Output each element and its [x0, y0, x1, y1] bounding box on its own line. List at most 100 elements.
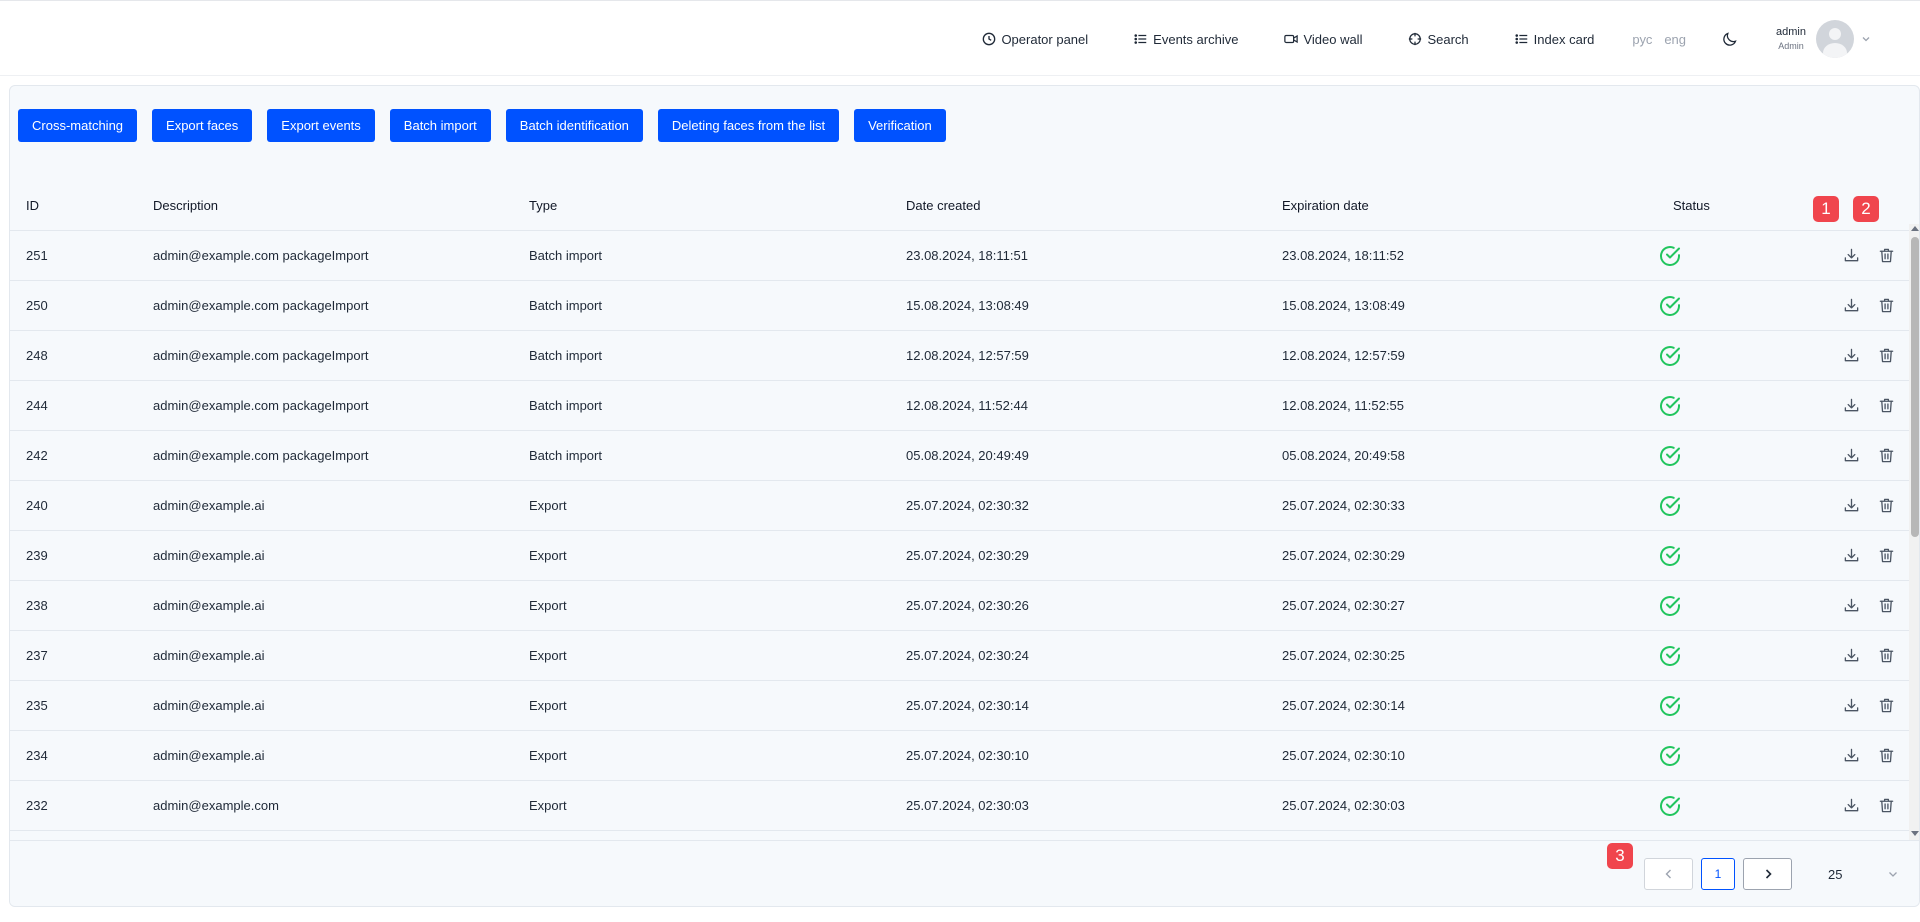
- page-number-button[interactable]: 1: [1701, 858, 1735, 890]
- delete-button[interactable]: [1878, 331, 1895, 380]
- scroll-down-arrow[interactable]: [1911, 831, 1919, 836]
- check-circle-icon: [1660, 695, 1680, 716]
- language-switcher: рус eng: [1632, 32, 1686, 47]
- nav-label: Events archive: [1153, 31, 1239, 47]
- nav-video-wall[interactable]: Video wall: [1284, 32, 1362, 47]
- nav-events-archive[interactable]: Events archive: [1134, 32, 1238, 47]
- moon-icon[interactable]: [1722, 31, 1738, 47]
- nav-search[interactable]: Search: [1408, 32, 1469, 47]
- download-button[interactable]: [1843, 431, 1860, 480]
- table-row[interactable]: 237 admin@example.ai Export 25.07.2024, 02:…: [10, 631, 1910, 681]
- cell-type: Batch import: [529, 398, 602, 413]
- download-button[interactable]: [1843, 381, 1860, 430]
- table-row[interactable]: 234 admin@example.ai Export 25.07.2024, 02:…: [10, 731, 1910, 781]
- cell-type: Batch import: [529, 448, 602, 463]
- table-row[interactable]: 238 admin@example.ai Export 25.07.2024, 02:…: [10, 581, 1910, 631]
- cell-status: [1658, 831, 1682, 840]
- avatar: [1816, 20, 1854, 58]
- delete-button[interactable]: [1878, 581, 1895, 630]
- table-scrollbar[interactable]: [1909, 224, 1919, 840]
- trash-icon: [1879, 298, 1894, 313]
- nav-index-card[interactable]: Index card: [1515, 32, 1594, 47]
- download-button[interactable]: [1843, 531, 1860, 580]
- lang-ru[interactable]: рус: [1632, 32, 1652, 47]
- download-button[interactable]: [1843, 231, 1860, 280]
- cell-date-created: 15.08.2024, 13:08:49: [906, 298, 1029, 313]
- download-button[interactable]: [1843, 631, 1860, 680]
- nav-operator-panel[interactable]: Operator panel: [982, 32, 1088, 47]
- download-icon: [1844, 798, 1859, 812]
- cell-expiration-date: 25.07.2024, 02:30:14: [1282, 698, 1405, 713]
- export-faces-button[interactable]: Export faces: [152, 109, 253, 142]
- cell-expiration-date: 05.08.2024, 20:49:58: [1282, 448, 1405, 463]
- user-name: admin: [1776, 26, 1806, 38]
- download-button[interactable]: [1843, 331, 1860, 380]
- cell-id: 248: [26, 348, 48, 363]
- cross-matching-button[interactable]: Cross-matching: [18, 109, 138, 142]
- table-row[interactable]: 242 admin@example.com packageImport Batch …: [10, 431, 1910, 481]
- table-body: 251 admin@example.com packageImport Batch …: [10, 231, 1910, 840]
- export-events-button[interactable]: Export events: [267, 109, 375, 142]
- table-row[interactable]: 232 admin@example.com Export 25.07.2024, 02…: [10, 781, 1910, 831]
- delete-button[interactable]: [1878, 531, 1895, 580]
- download-button[interactable]: [1843, 831, 1860, 840]
- scroll-up-arrow[interactable]: [1911, 226, 1919, 231]
- check-circle-icon: [1660, 495, 1680, 516]
- col-header-status: Status: [1673, 198, 1710, 213]
- table-row[interactable]: 251 admin@example.com packageImport Batch …: [10, 231, 1910, 281]
- table-row[interactable]: 250 admin@example.com packageImport Batch …: [10, 281, 1910, 331]
- batch-identification-button[interactable]: Batch identification: [505, 109, 643, 142]
- download-button[interactable]: [1843, 481, 1860, 530]
- download-button[interactable]: [1843, 781, 1860, 830]
- delete-button[interactable]: [1878, 381, 1895, 430]
- deleting-faces-button[interactable]: Deleting faces from the list: [657, 109, 840, 142]
- cell-date-created: 25.07.2024, 02:22:02: [906, 831, 1029, 840]
- cell-date-created: 25.07.2024, 02:30:26: [906, 598, 1029, 613]
- prev-page-button[interactable]: [1644, 858, 1693, 890]
- table-row[interactable]: 244 admin@example.com packageImport Batch …: [10, 381, 1910, 431]
- delete-button[interactable]: [1878, 681, 1895, 730]
- cell-id: 237: [26, 648, 48, 663]
- chevron-right-icon: [1765, 869, 1772, 879]
- page-size-select[interactable]: 25: [1818, 858, 1908, 890]
- batch-import-button[interactable]: Batch import: [389, 109, 491, 142]
- cell-expiration-date: 25.07.2024, 02:30:27: [1282, 598, 1405, 613]
- table-row[interactable]: 239 admin@example.ai Export 25.07.2024, 02:…: [10, 531, 1910, 581]
- cell-expiration-date: 25.07.2024, 02:30:29: [1282, 548, 1405, 563]
- tasks-panel: Cross-matching Export faces Export event…: [9, 85, 1920, 907]
- user-menu[interactable]: admin Admin: [1776, 20, 1872, 58]
- cell-description: admin@example.ai: [153, 548, 265, 563]
- download-button[interactable]: [1843, 731, 1860, 780]
- delete-button[interactable]: [1878, 281, 1895, 330]
- table-row[interactable]: 235 admin@example.ai Export 25.07.2024, 02:…: [10, 681, 1910, 731]
- col-header-description: Description: [153, 198, 219, 213]
- delete-button[interactable]: [1878, 781, 1895, 830]
- download-button[interactable]: [1843, 281, 1860, 330]
- cell-expiration-date: 23.08.2024, 18:11:52: [1282, 248, 1404, 263]
- delete-button[interactable]: [1878, 631, 1895, 680]
- table-row[interactable]: 231 admin@example.ai Export 25.07.2024, 02:…: [10, 831, 1910, 840]
- lang-en[interactable]: eng: [1664, 32, 1686, 47]
- scroll-thumb[interactable]: [1911, 237, 1919, 537]
- cell-expiration-date: 25.07.2024, 02:30:25: [1282, 648, 1405, 663]
- delete-button[interactable]: [1878, 831, 1895, 840]
- cell-type: Export: [529, 648, 567, 663]
- download-button[interactable]: [1843, 681, 1860, 730]
- trash-icon: [1879, 448, 1894, 463]
- download-icon: [1844, 248, 1859, 262]
- delete-button[interactable]: [1878, 231, 1895, 280]
- download-button[interactable]: [1843, 581, 1860, 630]
- delete-button[interactable]: [1878, 731, 1895, 780]
- verification-button[interactable]: Verification: [854, 109, 946, 142]
- delete-button[interactable]: [1878, 481, 1895, 530]
- cell-status: [1658, 281, 1682, 330]
- cell-date-created: 25.07.2024, 02:30:29: [906, 548, 1029, 563]
- delete-button[interactable]: [1878, 431, 1895, 480]
- next-page-button[interactable]: [1743, 858, 1792, 890]
- cell-status: [1658, 481, 1682, 530]
- cell-expiration-date: 25.07.2024, 02:30:03: [1282, 798, 1405, 813]
- cell-description: admin@example.ai: [153, 648, 265, 663]
- download-icon: [1844, 398, 1859, 412]
- table-row[interactable]: 240 admin@example.ai Export 25.07.2024, 02:…: [10, 481, 1910, 531]
- table-row[interactable]: 248 admin@example.com packageImport Batch …: [10, 331, 1910, 381]
